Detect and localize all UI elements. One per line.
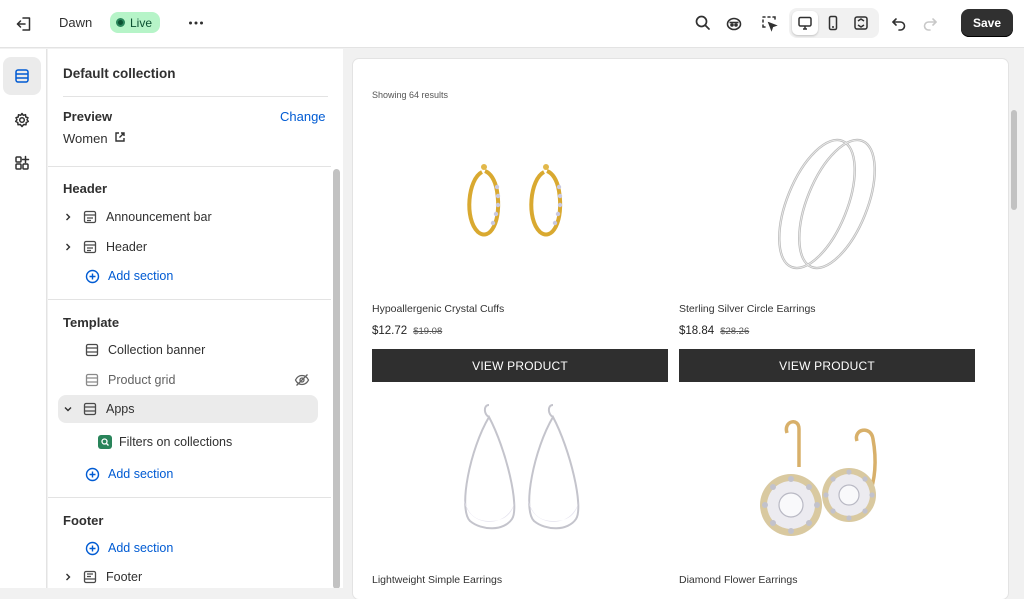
product-title[interactable]: Diamond Flower Earrings (679, 574, 797, 586)
add-section-label: Add section (108, 541, 174, 555)
product-title[interactable]: Sterling Silver Circle Earrings (679, 303, 816, 315)
preview-canvas-area: Showing 64 results Hypoallergenic Crysta… (343, 49, 1024, 599)
change-preview-link[interactable]: Change (280, 109, 326, 124)
product-image-crystal-cuffs[interactable] (372, 129, 668, 289)
section-label: Announcement bar (106, 210, 212, 224)
section-icon (82, 239, 98, 255)
app-block-icon (98, 435, 112, 449)
undo-icon[interactable] (889, 13, 909, 33)
eye-hidden-icon[interactable] (294, 372, 310, 388)
redo-icon[interactable] (920, 13, 940, 33)
add-section-template-button[interactable]: Add section (58, 460, 318, 488)
product-card[interactable]: Diamond Flower Earrings (679, 399, 975, 599)
section-label: Product grid (108, 373, 176, 387)
more-actions-icon[interactable] (186, 13, 206, 33)
section-product-grid[interactable]: Product grid (58, 366, 318, 394)
template-title: Default collection (63, 66, 176, 81)
theme-name: Dawn (59, 15, 93, 30)
product-card[interactable]: Hypoallergenic Crystal Cuffs $12.72 $19.… (372, 129, 668, 384)
chevron-right-icon[interactable] (60, 569, 76, 585)
block-filters-on-collections[interactable]: Filters on collections (58, 428, 318, 456)
product-image-silver-circle[interactable] (679, 129, 975, 289)
device-preview-toggle (789, 8, 879, 38)
left-rail (0, 49, 47, 588)
product-price: $18.84 $28.26 (679, 325, 749, 337)
desktop-icon[interactable] (792, 11, 818, 35)
header-group-title: Header (63, 181, 108, 196)
compare-at-price: $19.08 (413, 326, 443, 337)
ai-assistant-icon[interactable] (724, 13, 744, 33)
app-embeds-icon[interactable] (3, 144, 41, 182)
divider (63, 96, 328, 97)
footer-group-title: Footer (63, 513, 104, 528)
storefront-preview: Showing 64 results Hypoallergenic Crysta… (353, 59, 1008, 599)
theme-settings-gear-icon[interactable] (3, 101, 41, 139)
fullscreen-icon[interactable] (848, 11, 874, 35)
section-icon (84, 372, 100, 388)
section-announcement-bar[interactable]: Announcement bar (58, 203, 318, 231)
section-label: Footer (106, 570, 143, 584)
section-collection-banner[interactable]: Collection banner (58, 336, 318, 364)
section-header[interactable]: Header (58, 233, 318, 261)
product-image-diamond-flower[interactable] (679, 399, 975, 559)
live-status-badge: Live (110, 12, 161, 33)
compare-at-price: $28.26 (720, 326, 750, 337)
top-bar: Dawn Live Save (0, 0, 1024, 48)
preview-scrollbar[interactable] (1011, 110, 1017, 210)
sections-icon[interactable] (3, 57, 41, 95)
product-price: $12.72 $19.08 (372, 325, 442, 337)
section-label: Apps (106, 402, 135, 416)
block-label: Filters on collections (119, 435, 233, 449)
exit-icon[interactable] (14, 14, 34, 34)
section-apps[interactable]: Apps (58, 395, 318, 423)
section-label: Collection banner (108, 343, 206, 357)
search-icon[interactable] (693, 13, 713, 33)
plus-circle-icon (84, 268, 100, 284)
plus-circle-icon (84, 466, 100, 482)
product-card[interactable]: Sterling Silver Circle Earrings $18.84 $… (679, 129, 975, 384)
divider (48, 497, 331, 498)
live-dot-icon (116, 18, 125, 27)
live-badge-label: Live (130, 15, 153, 30)
product-title[interactable]: Lightweight Simple Earrings (372, 574, 502, 586)
external-link-icon[interactable] (114, 131, 126, 146)
section-icon (82, 401, 98, 417)
preview-collection[interactable]: Women (63, 131, 126, 146)
product-title[interactable]: Hypoallergenic Crystal Cuffs (372, 303, 504, 315)
add-section-header-button[interactable]: Add section (58, 262, 318, 290)
template-group-title: Template (63, 315, 120, 330)
section-label: Header (106, 240, 147, 254)
inspector-select-icon[interactable] (759, 13, 779, 33)
chevron-right-icon[interactable] (60, 209, 76, 225)
view-product-button[interactable]: VIEW PRODUCT (372, 349, 668, 382)
add-section-label: Add section (108, 269, 174, 283)
chevron-down-icon[interactable] (60, 401, 76, 417)
product-card[interactable]: Lightweight Simple Earrings (372, 399, 668, 599)
section-icon (84, 342, 100, 358)
sale-price: $12.72 (372, 325, 408, 337)
sale-price: $18.84 (679, 325, 715, 337)
divider (48, 299, 331, 300)
divider (48, 166, 331, 167)
plus-circle-icon (84, 540, 100, 556)
preview-label: Preview (63, 109, 113, 124)
add-section-footer-button[interactable]: Add section (58, 534, 318, 562)
sidebar-scrollbar[interactable] (333, 169, 340, 588)
chevron-right-icon[interactable] (60, 239, 76, 255)
view-product-button[interactable]: VIEW PRODUCT (679, 349, 975, 382)
product-image-simple-earrings[interactable] (372, 399, 668, 559)
sections-sidebar: Default collection Preview Change Women … (48, 49, 343, 588)
section-footer[interactable]: Footer (58, 563, 318, 588)
results-count: Showing 64 results (372, 90, 449, 100)
section-icon (82, 209, 98, 225)
mobile-icon[interactable] (820, 11, 846, 35)
preview-value-label: Women (63, 131, 108, 146)
save-button[interactable]: Save (961, 9, 1013, 37)
add-section-label: Add section (108, 467, 174, 481)
section-icon (82, 569, 98, 585)
